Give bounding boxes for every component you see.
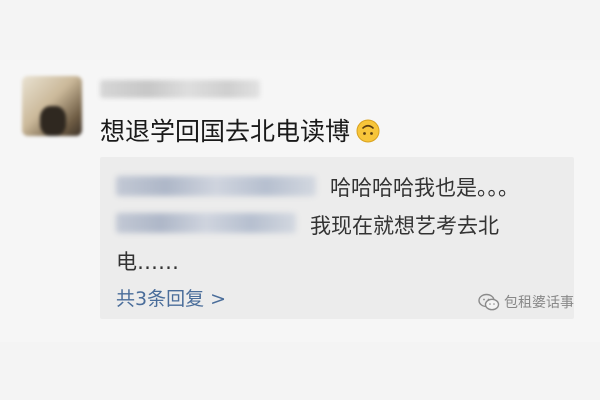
avatar[interactable] (22, 76, 82, 136)
comment-text: 想退学回国去北电读博 (100, 112, 380, 148)
watermark-text: 包租婆话事 (504, 295, 574, 311)
upside-down-face-icon (356, 119, 380, 143)
blurred-reply-user[interactable] (116, 213, 296, 233)
view-more-replies-link[interactable]: 共3条回复 > (116, 284, 226, 311)
blurred-username[interactable] (100, 80, 260, 98)
comment-body: 想退学回国去北电读博 (100, 117, 351, 146)
blurred-reply-user[interactable] (116, 176, 316, 196)
reply-text: 哈哈哈哈我也是。。。 (330, 176, 519, 200)
reply-text-continued: 电…… (116, 250, 179, 274)
reply-text: 我现在就想艺考去北 (310, 214, 499, 238)
watermark: 包租婆话事 (478, 292, 574, 312)
wechat-icon (478, 293, 500, 311)
